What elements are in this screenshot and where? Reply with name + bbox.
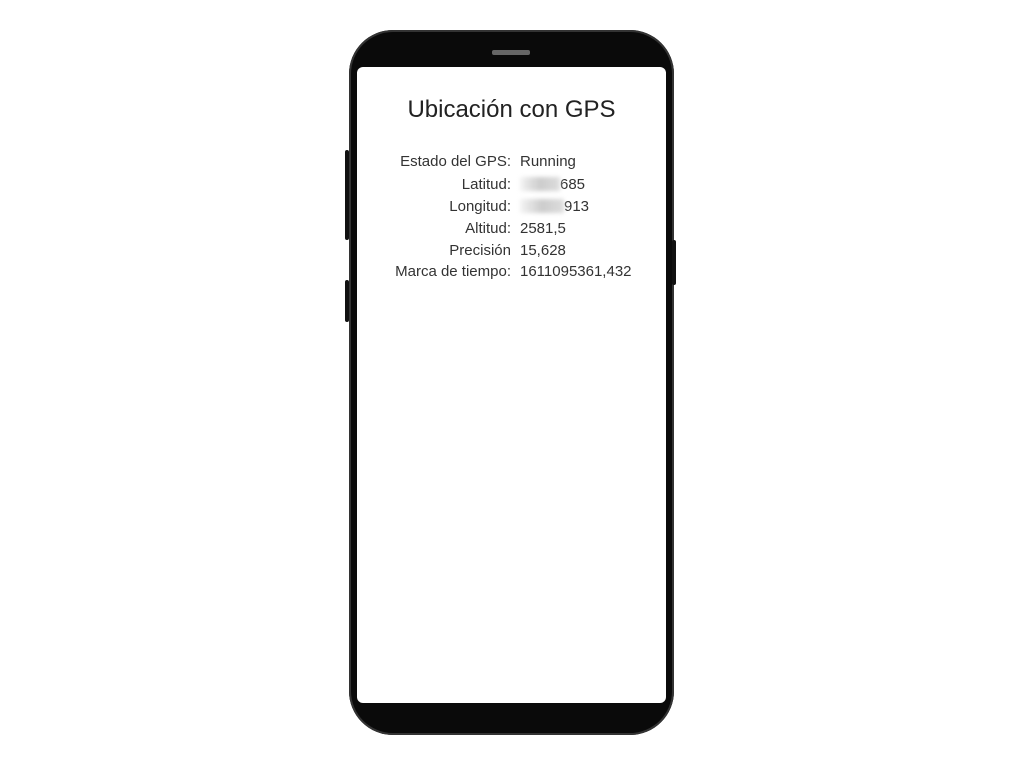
accuracy-row: Precisión 15,628 (357, 242, 666, 262)
timestamp-row: Marca de tiempo: 1611095361,432 (357, 263, 666, 283)
gps-status-row: Estado del GPS: Running (357, 153, 666, 173)
row-value: 913 (564, 198, 590, 215)
bixby-button (345, 280, 349, 322)
longitude-row: Longitud: 913 (357, 198, 666, 218)
row-label: Estado del GPS: (400, 153, 511, 170)
row-value: 15,628 (520, 242, 566, 259)
power-button (672, 240, 676, 285)
page-title: Ubicación con GPS (407, 96, 616, 123)
row-value: 685 (560, 176, 586, 193)
app-screen: Ubicación con GPS Estado del GPS: Runnin… (357, 67, 666, 703)
redacted-blur (520, 199, 564, 213)
row-value: 2581,5 (520, 220, 566, 237)
row-label: Longitud: (449, 198, 511, 215)
altitude-row: Altitud: 2581,5 (357, 220, 666, 240)
row-value: Running (520, 153, 576, 170)
redacted-blur (520, 177, 560, 191)
volume-button (345, 150, 349, 240)
row-value-wrap: 685 (520, 176, 585, 193)
row-label: Precisión (449, 242, 511, 259)
row-label: Altitud: (465, 220, 511, 237)
row-value: 1611095361,432 (520, 263, 632, 280)
row-label: Latitud: (461, 176, 511, 193)
row-value-wrap: 913 (520, 198, 589, 215)
row-label: Marca de tiempo: (395, 263, 511, 280)
latitude-row: Latitud: 685 (357, 176, 666, 196)
speaker-grille (492, 50, 530, 55)
